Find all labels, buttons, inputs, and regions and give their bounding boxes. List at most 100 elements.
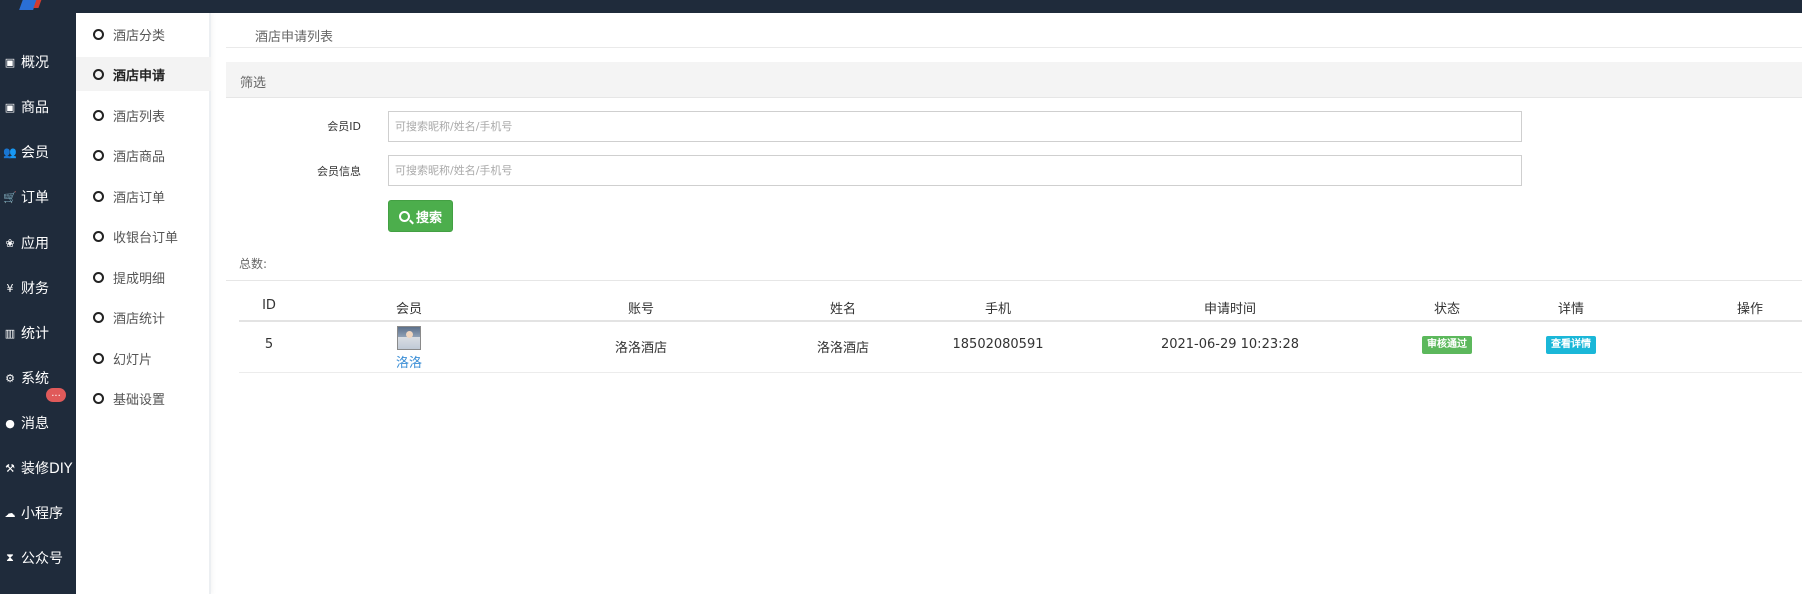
circle-icon bbox=[93, 230, 104, 242]
nav-item-diy[interactable]: ⚒ 装修DIY bbox=[0, 456, 76, 480]
hammer-icon: ⚒ bbox=[5, 461, 15, 475]
column-header-id: ID bbox=[262, 298, 276, 313]
submenu-label: 收银台订单 bbox=[113, 230, 179, 246]
view-detail-button[interactable]: 查看详情 bbox=[1546, 336, 1596, 354]
nav-item-stats[interactable]: ▥ 统计 bbox=[0, 321, 76, 345]
submenu-item-hotel-list[interactable]: 酒店列表 bbox=[76, 98, 211, 132]
submenu-label: 酒店分类 bbox=[113, 28, 166, 44]
nav-label: 公众号 bbox=[21, 551, 63, 567]
hourglass-icon: ⧗ bbox=[6, 551, 14, 564]
search-button-label: 搜索 bbox=[415, 210, 442, 226]
cell-id: 5 bbox=[264, 337, 274, 352]
submenu-item-cashier-orders[interactable]: 收银台订单 bbox=[76, 219, 211, 253]
submenu-item-slides[interactable]: 幻灯片 bbox=[76, 341, 211, 375]
archive-icon: ▣ bbox=[4, 55, 16, 69]
row-divider bbox=[239, 372, 1802, 373]
sub-sidebar: 酒店分类 酒店申请 酒店列表 酒店商品 酒店订单 收银台订单 提成明细 酒店统计… bbox=[76, 13, 211, 594]
cell-apply-time: 2021-06-29 10:23:28 bbox=[1160, 337, 1300, 352]
message-count-badge: ... bbox=[46, 388, 66, 402]
main-sidebar: ▣ 概况 ▣ 商品 👥 会员 🛒 订单 ❀ 应用 ¥ 财务 ▥ 统计 ⚙ 系统 ● 消息 ⚒ 装修D… bbox=[0, 13, 76, 594]
circle-icon bbox=[93, 28, 104, 40]
box-icon: ▣ bbox=[4, 100, 16, 114]
breadcrumb: 酒店申请列表 bbox=[255, 30, 334, 45]
circle-icon bbox=[93, 392, 104, 404]
divider bbox=[226, 280, 1802, 281]
submenu-label: 酒店列表 bbox=[113, 109, 166, 125]
member-info-input[interactable] bbox=[388, 155, 1522, 186]
avatar bbox=[397, 326, 421, 350]
circle-icon bbox=[93, 109, 104, 121]
top-bar bbox=[0, 0, 1802, 13]
cell-account: 洛洛酒店 bbox=[614, 341, 668, 356]
submenu-label: 酒店申请 bbox=[113, 68, 166, 84]
cell-phone: 18502080591 bbox=[952, 337, 1044, 352]
circle-icon bbox=[93, 190, 104, 202]
circle-icon bbox=[93, 271, 104, 283]
divider bbox=[226, 47, 1802, 48]
yen-icon: ¥ bbox=[6, 281, 14, 295]
chat-icon: ● bbox=[5, 416, 15, 430]
nav-label: 装修DIY bbox=[21, 461, 73, 477]
filter-panel-header: 筛选 bbox=[226, 62, 1802, 98]
cell-name: 洛洛酒店 bbox=[816, 341, 870, 356]
submenu-label: 酒店订单 bbox=[113, 190, 166, 206]
nav-item-members[interactable]: 👥 会员 bbox=[0, 140, 76, 164]
submenu-item-basic-settings[interactable]: 基础设置 bbox=[76, 381, 211, 415]
nav-item-official-account[interactable]: ⧗ 公众号 bbox=[0, 546, 76, 570]
nav-item-system[interactable]: ⚙ 系统 bbox=[0, 366, 76, 390]
circle-icon bbox=[93, 149, 104, 161]
logo[interactable] bbox=[18, 0, 48, 13]
submenu-label: 酒店统计 bbox=[113, 311, 166, 327]
nav-item-apps[interactable]: ❀ 应用 bbox=[0, 231, 76, 255]
users-icon: 👥 bbox=[3, 145, 17, 159]
column-header-phone: 手机 bbox=[984, 302, 1012, 317]
column-header-status: 状态 bbox=[1433, 302, 1461, 317]
nav-label: 财务 bbox=[21, 281, 49, 297]
nav-item-finance[interactable]: ¥ 财务 bbox=[0, 276, 76, 300]
circle-icon bbox=[93, 68, 104, 80]
search-icon bbox=[398, 210, 410, 222]
submenu-label: 幻灯片 bbox=[113, 352, 153, 368]
submenu-item-hotel-goods[interactable]: 酒店商品 bbox=[76, 138, 211, 172]
search-button[interactable]: 搜索 bbox=[388, 200, 453, 232]
nav-label: 商品 bbox=[21, 100, 49, 116]
bar-chart-icon: ▥ bbox=[4, 326, 16, 340]
total-count-label: 总数: bbox=[239, 257, 268, 271]
column-header-detail: 详情 bbox=[1557, 302, 1585, 317]
submenu-item-hotel-stats[interactable]: 酒店统计 bbox=[76, 300, 211, 334]
submenu-label: 酒店商品 bbox=[113, 149, 166, 165]
nav-label: 小程序 bbox=[21, 506, 63, 522]
submenu-label: 基础设置 bbox=[113, 392, 166, 408]
submenu-item-hotel-orders[interactable]: 酒店订单 bbox=[76, 179, 211, 213]
nav-label: 消息 bbox=[21, 416, 49, 432]
nav-label: 概况 bbox=[21, 55, 49, 71]
wechat-icon: ☁ bbox=[4, 506, 16, 520]
submenu-item-commission[interactable]: 提成明细 bbox=[76, 260, 211, 294]
column-header-actions: 操作 bbox=[1736, 302, 1764, 317]
nav-label: 统计 bbox=[21, 326, 49, 342]
member-id-input[interactable] bbox=[388, 111, 1522, 142]
submenu-item-hotel-category[interactable]: 酒店分类 bbox=[76, 17, 211, 51]
column-header-name: 姓名 bbox=[829, 302, 857, 317]
filter-title: 筛选 bbox=[240, 76, 267, 91]
nav-item-orders[interactable]: 🛒 订单 bbox=[0, 185, 76, 209]
nav-item-overview[interactable]: ▣ 概况 bbox=[0, 50, 76, 74]
nav-item-messages[interactable]: ● 消息 bbox=[0, 411, 76, 435]
cogs-icon: ⚙ bbox=[5, 371, 15, 385]
nav-label: 订单 bbox=[21, 190, 49, 206]
member-info-label: 会员信息 bbox=[317, 165, 361, 178]
submenu-label: 提成明细 bbox=[113, 271, 166, 287]
nav-item-goods[interactable]: ▣ 商品 bbox=[0, 95, 76, 119]
column-header-account: 账号 bbox=[627, 302, 655, 317]
nav-item-miniprogram[interactable]: ☁ 小程序 bbox=[0, 501, 76, 525]
member-id-label: 会员ID bbox=[327, 120, 361, 133]
status-badge: 审核通过 bbox=[1422, 336, 1472, 354]
circle-icon bbox=[93, 311, 104, 323]
table-header-divider bbox=[239, 320, 1802, 322]
submenu-item-hotel-application[interactable]: 酒店申请 bbox=[76, 57, 211, 91]
member-name-link[interactable]: 洛洛 bbox=[396, 352, 422, 371]
nav-label: 系统 bbox=[21, 371, 49, 387]
nav-label: 应用 bbox=[21, 236, 49, 252]
nav-label: 会员 bbox=[21, 145, 49, 161]
column-header-apply-time: 申请时间 bbox=[1203, 302, 1257, 317]
